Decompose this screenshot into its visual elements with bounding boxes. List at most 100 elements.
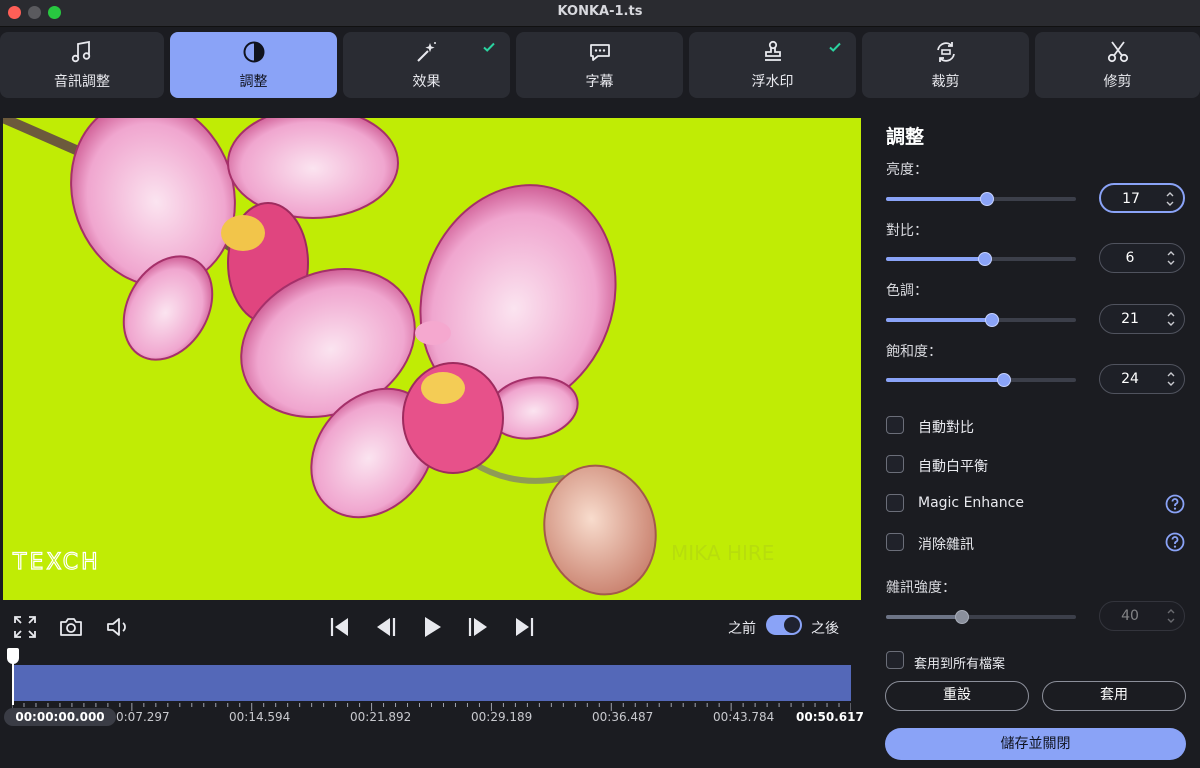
saturation-slider[interactable] bbox=[886, 373, 1076, 387]
auto-white-balance-label: 自動白平衡 bbox=[918, 459, 988, 475]
orchid-frame: TEXCH MIKA HIRE bbox=[3, 118, 774, 596]
adjust-panel: 調整 亮度： 17 對比： 6 色調： 21 飽和度： 24 自動對比 自動白平… bbox=[862, 100, 1200, 768]
magic-enhance-label: Magic Enhance bbox=[918, 495, 1024, 511]
stepper-arrows-icon[interactable] bbox=[1165, 189, 1175, 209]
tab-label: 裁剪 bbox=[931, 74, 960, 90]
slider-thumb[interactable] bbox=[955, 610, 969, 624]
tab-label: 調整 bbox=[239, 74, 268, 90]
check-icon bbox=[829, 42, 841, 52]
panel-title: 調整 bbox=[886, 126, 925, 148]
stepper-arrows-icon[interactable] bbox=[1166, 369, 1176, 389]
before-label: 之前 bbox=[728, 621, 756, 637]
tab-label: 音訊調整 bbox=[54, 74, 110, 90]
auto-contrast-label: 自動對比 bbox=[918, 420, 974, 436]
apply-all-checkbox[interactable] bbox=[886, 651, 904, 669]
next-frame-icon[interactable] bbox=[465, 614, 491, 640]
tab-label: 效果 bbox=[412, 74, 441, 90]
brightness-stepper[interactable]: 17 bbox=[1099, 183, 1185, 213]
playback-controls: 之前 之後 bbox=[0, 606, 862, 646]
stepper-arrows-icon[interactable] bbox=[1166, 606, 1176, 626]
hue-slider[interactable] bbox=[886, 313, 1076, 327]
noise-strength-stepper[interactable]: 40 bbox=[1099, 601, 1185, 631]
crop-rotate-icon bbox=[936, 42, 955, 62]
denoise-label: 消除雜訊 bbox=[918, 537, 974, 553]
tab-subtitles[interactable]: 字幕 bbox=[516, 32, 683, 98]
tab-label: 浮水印 bbox=[751, 74, 794, 90]
slider-fill bbox=[886, 257, 985, 261]
contrast-stepper[interactable]: 6 bbox=[1099, 243, 1185, 273]
contrast-label: 對比： bbox=[886, 223, 928, 239]
overlay-text: MIKA HIRE bbox=[671, 541, 774, 565]
denoise-checkbox[interactable] bbox=[886, 533, 904, 551]
tab-label: 字幕 bbox=[585, 74, 614, 90]
slider-fill bbox=[886, 615, 962, 619]
fullscreen-icon[interactable] bbox=[12, 614, 38, 640]
slider-thumb[interactable] bbox=[977, 252, 992, 266]
tab-trim[interactable]: 修剪 bbox=[1035, 32, 1200, 98]
timeline-track[interactable] bbox=[12, 665, 851, 701]
skip-to-end-icon[interactable] bbox=[511, 614, 537, 640]
slider-fill bbox=[886, 197, 987, 201]
stepper-arrows-icon[interactable] bbox=[1166, 248, 1176, 268]
tab-crop[interactable]: 裁剪 bbox=[862, 32, 1029, 98]
tab-effects[interactable]: 效果 bbox=[343, 32, 510, 98]
after-label: 之後 bbox=[811, 621, 839, 637]
camera-icon[interactable] bbox=[58, 614, 84, 640]
skip-to-start-icon[interactable] bbox=[327, 614, 353, 640]
tab-adjust[interactable]: 調整 bbox=[170, 32, 337, 98]
contrast-value: 6 bbox=[1125, 250, 1135, 266]
stamp-icon bbox=[764, 40, 781, 61]
time-label: 00:43.784 bbox=[713, 710, 775, 724]
time-label: 00:36.487 bbox=[592, 710, 654, 724]
editor-tabs: 音訊調整 調整 效果 字幕 浮水印 裁剪 修剪 bbox=[0, 32, 1200, 98]
hue-label: 色調： bbox=[886, 283, 928, 299]
slider-thumb[interactable] bbox=[996, 373, 1011, 387]
scissors-icon bbox=[1107, 41, 1128, 63]
previous-frame-icon[interactable] bbox=[373, 614, 399, 640]
volume-icon[interactable] bbox=[104, 614, 130, 640]
help-icon[interactable] bbox=[1165, 494, 1185, 514]
playhead-handle[interactable] bbox=[7, 648, 19, 664]
slider-thumb[interactable] bbox=[979, 192, 994, 206]
before-after-toggle[interactable] bbox=[766, 615, 802, 635]
noise-strength-value: 40 bbox=[1121, 608, 1139, 624]
save-and-close-button[interactable]: 儲存並關閉 bbox=[885, 728, 1186, 760]
magic-wand-icon bbox=[416, 42, 436, 62]
stepper-arrows-icon[interactable] bbox=[1166, 309, 1176, 329]
time-label: 0:07.297 bbox=[116, 710, 170, 724]
reset-button[interactable]: 重設 bbox=[885, 681, 1029, 711]
speech-bubble-icon bbox=[589, 44, 610, 61]
slider-fill bbox=[886, 318, 993, 322]
play-icon[interactable] bbox=[419, 614, 445, 640]
auto-contrast-checkbox[interactable] bbox=[886, 416, 904, 434]
hue-stepper[interactable]: 21 bbox=[1099, 304, 1185, 334]
apply-button[interactable]: 套用 bbox=[1042, 681, 1186, 711]
hue-value: 21 bbox=[1121, 311, 1139, 327]
check-icon bbox=[483, 42, 495, 52]
tab-watermark[interactable]: 浮水印 bbox=[689, 32, 856, 98]
saturation-stepper[interactable]: 24 bbox=[1099, 364, 1185, 394]
slider-fill bbox=[886, 378, 1004, 382]
brightness-value: 17 bbox=[1122, 191, 1140, 207]
magic-enhance-checkbox[interactable] bbox=[886, 494, 904, 512]
brightness-slider[interactable] bbox=[886, 192, 1076, 206]
toggle-knob bbox=[784, 617, 800, 633]
noise-strength-slider[interactable] bbox=[886, 610, 1076, 624]
time-label: 00:21.892 bbox=[350, 710, 412, 724]
noise-strength-label: 雜訊強度： bbox=[886, 580, 956, 596]
timeline: 00:00:00.000 0:07.297 00:14.594 00:21.89… bbox=[0, 648, 864, 728]
watermark-text: TEXCH bbox=[12, 550, 101, 575]
contrast-icon bbox=[243, 41, 264, 63]
window-title: KONKA-1.ts bbox=[557, 4, 643, 19]
contrast-slider[interactable] bbox=[886, 252, 1076, 266]
title-bar: KONKA-1.ts bbox=[0, 0, 1200, 27]
time-label: 00:29.189 bbox=[471, 710, 533, 724]
time-label: 00:14.594 bbox=[229, 710, 291, 724]
tab-label: 修剪 bbox=[1103, 74, 1132, 90]
apply-all-label: 套用到所有檔案 bbox=[914, 657, 1006, 672]
slider-thumb[interactable] bbox=[985, 313, 1000, 327]
video-preview: TEXCH MIKA HIRE bbox=[3, 118, 861, 600]
tab-audio[interactable]: 音訊調整 bbox=[0, 32, 164, 98]
auto-white-balance-checkbox[interactable] bbox=[886, 455, 904, 473]
help-icon[interactable] bbox=[1165, 532, 1185, 552]
